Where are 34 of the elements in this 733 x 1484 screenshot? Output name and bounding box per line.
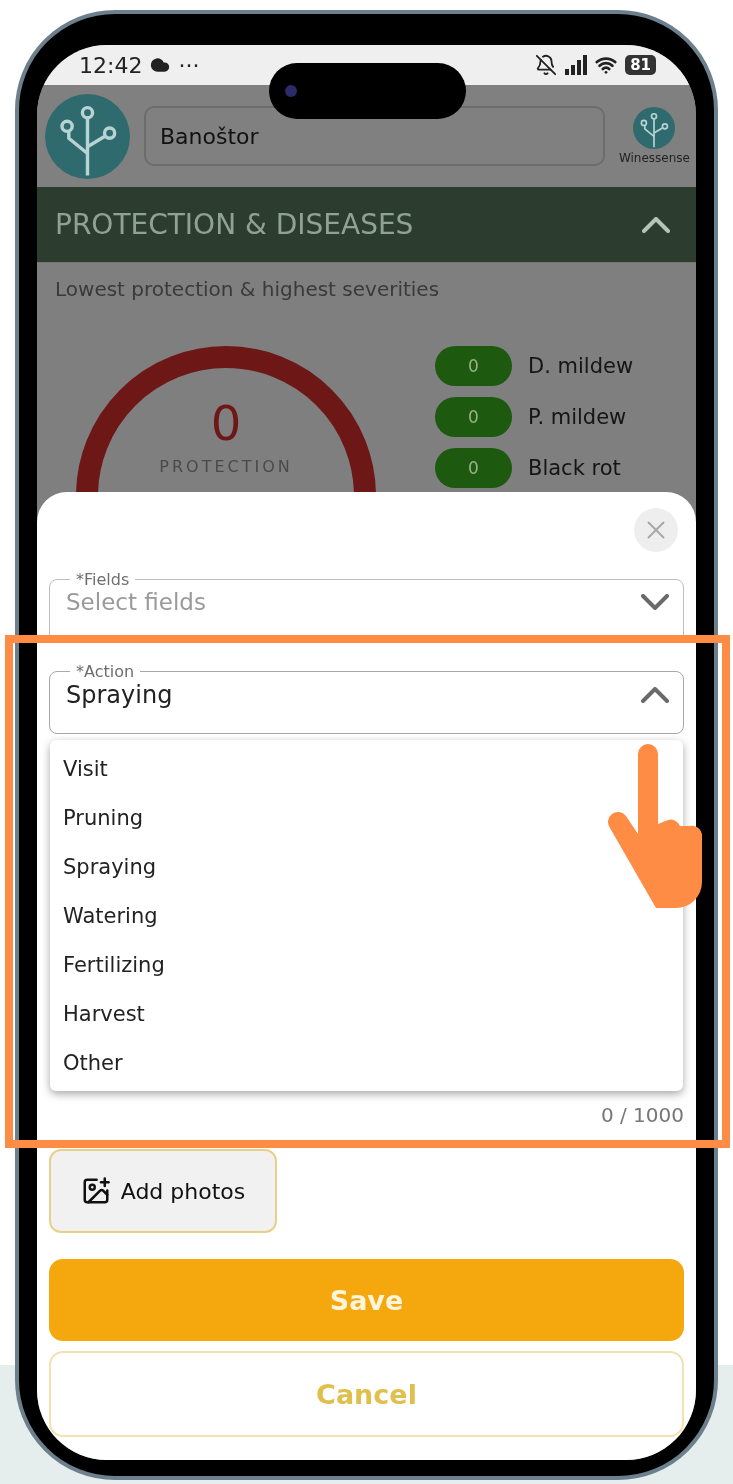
action-select[interactable]: *Action Spraying <box>49 662 684 734</box>
close-button[interactable] <box>634 508 678 552</box>
gauge-value: 0 <box>210 395 242 451</box>
chevron-up-icon <box>642 216 670 233</box>
add-photos-button[interactable]: Add photos <box>49 1149 277 1233</box>
tree-logo-icon <box>45 93 130 179</box>
menu-option[interactable]: Watering <box>50 891 166 940</box>
character-counter: 0 / 1000 <box>600 1103 684 1127</box>
battery-icon: 81 <box>625 55 656 75</box>
more-dots: ··· <box>178 52 200 78</box>
muted-bell-icon <box>535 54 558 76</box>
severity-pill: 0 <box>435 397 512 437</box>
cloud-icon <box>150 55 171 75</box>
field-label: *Action <box>75 662 136 681</box>
clock-time: 12:42 <box>79 52 143 78</box>
signal-icon <box>565 55 588 75</box>
brand-name: Winessense <box>618 151 690 165</box>
section-header[interactable]: PROTECTION & DISEASES <box>37 187 696 262</box>
severity-pill: 0 <box>435 448 512 488</box>
menu-option[interactable]: Harvest <box>50 989 153 1038</box>
field-label: *Fields <box>75 570 131 589</box>
chevron-up-icon <box>641 687 669 703</box>
disease-name: Black rot <box>528 456 621 480</box>
chevron-down-icon <box>641 594 669 610</box>
menu-option[interactable]: Pruning <box>50 793 152 842</box>
menu-option[interactable]: Spraying <box>50 842 165 891</box>
disease-name: D. mildew <box>528 354 634 378</box>
brand-logo-icon <box>633 107 676 149</box>
severity-pill: 0 <box>435 346 512 386</box>
wifi-icon <box>595 54 618 76</box>
menu-option[interactable]: Other <box>50 1038 131 1087</box>
menu-option[interactable]: Fertilizing <box>50 940 173 989</box>
disease-name: P. mildew <box>528 405 627 429</box>
menu-option[interactable]: Visit <box>50 744 116 793</box>
